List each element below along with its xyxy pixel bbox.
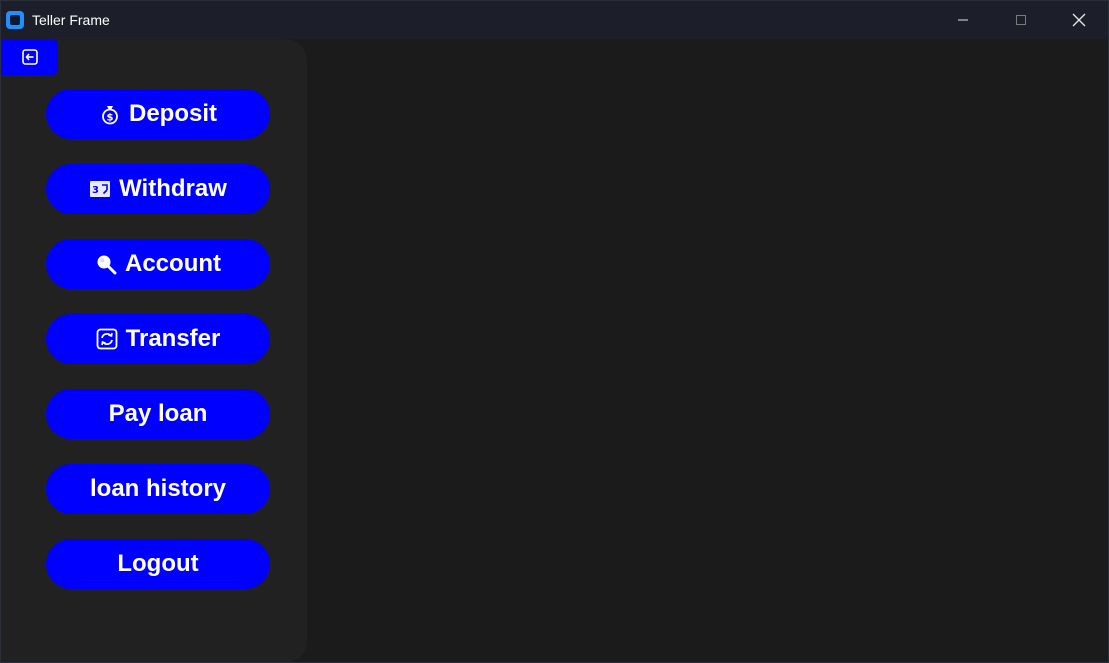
app-window: Teller Frame $ Deposit 3 Withdraw Accoun…: [0, 0, 1109, 663]
sidebar: $ Deposit 3 Withdraw Account Transfer Pa…: [1, 39, 307, 662]
svg-text:$: $: [107, 112, 114, 123]
account-button[interactable]: Account: [46, 239, 270, 289]
svg-text:3: 3: [92, 185, 99, 196]
app-logo-icon: [6, 11, 24, 29]
maximize-button[interactable]: [992, 1, 1050, 39]
main-content-area: [307, 39, 1108, 662]
close-button[interactable]: [1050, 1, 1108, 39]
withdraw-button[interactable]: 3 Withdraw: [46, 164, 270, 214]
magnifier-icon: [95, 253, 117, 275]
maximize-icon: [1016, 15, 1026, 25]
window-controls: [934, 1, 1108, 39]
transfer-arrows-icon: [96, 328, 118, 350]
transfer-label: Transfer: [125, 325, 221, 352]
pay-loan-button[interactable]: Pay loan: [46, 389, 270, 439]
cash-withdraw-icon: 3: [89, 178, 111, 200]
withdraw-label: Withdraw: [119, 175, 227, 202]
back-arrow-icon: [21, 49, 38, 65]
deposit-label: Deposit: [128, 100, 217, 127]
logout-label: Logout: [117, 550, 199, 577]
logout-button[interactable]: Logout: [46, 539, 270, 589]
pay-loan-label: Pay loan: [108, 400, 208, 427]
title-bar[interactable]: Teller Frame: [1, 1, 1108, 39]
minimize-icon: [958, 19, 968, 21]
deposit-button[interactable]: $ Deposit: [46, 89, 270, 139]
window-title: Teller Frame: [32, 12, 110, 28]
loan-history-button[interactable]: loan history: [46, 464, 270, 514]
collapse-sidebar-button[interactable]: [1, 39, 58, 75]
minimize-button[interactable]: [934, 1, 992, 39]
loan-history-label: loan history: [89, 475, 227, 502]
close-icon: [1072, 13, 1086, 27]
transfer-button[interactable]: Transfer: [46, 314, 270, 364]
account-label: Account: [125, 250, 221, 277]
money-bag-icon: $: [99, 103, 121, 125]
